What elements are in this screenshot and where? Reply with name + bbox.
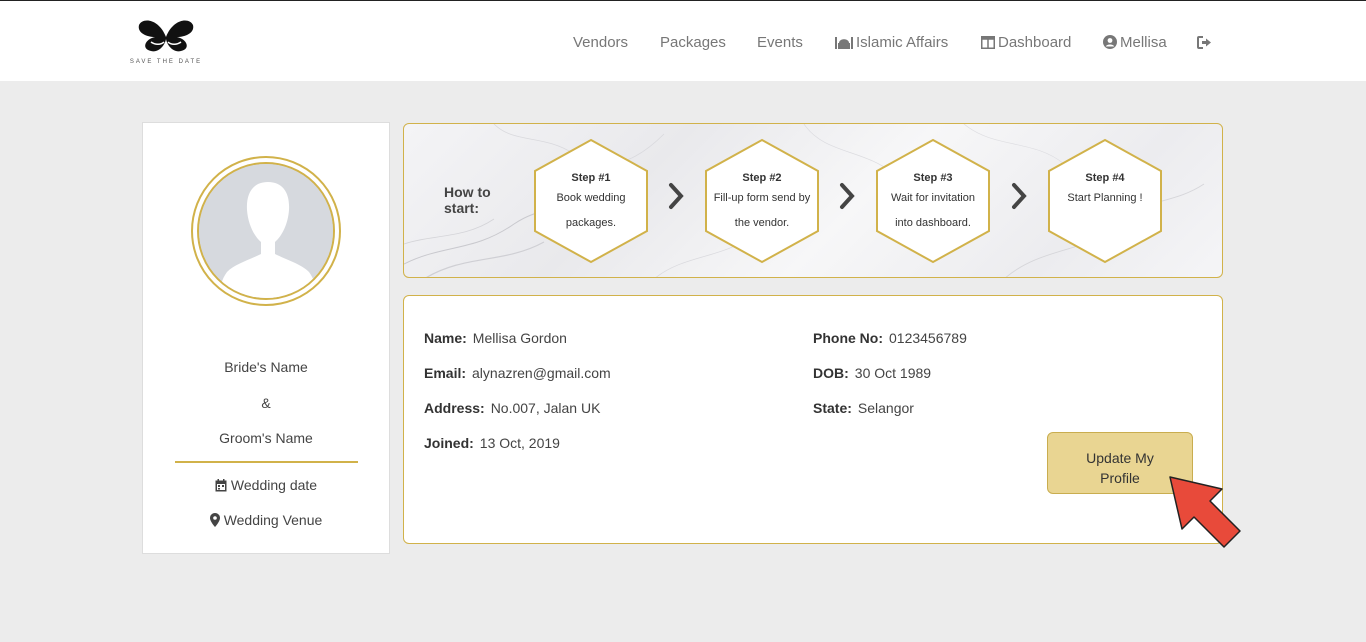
chevron-right-icon <box>840 183 855 209</box>
nav-dashboard[interactable]: Dashboard <box>981 32 1071 52</box>
step-line: Fill-up form send by <box>713 192 811 204</box>
user-circle-icon <box>1103 35 1117 49</box>
step-4-hexagon: Step #4 Start Planning ! <box>1047 138 1163 264</box>
wedding-date-label: Wedding date <box>230 477 318 493</box>
step-title: Step #2 <box>742 172 782 184</box>
phone-value: 0123456789 <box>889 330 967 346</box>
nav-islamic-affairs-label: Islamic Affairs <box>856 33 949 51</box>
email-value: alynazren@gmail.com <box>472 365 611 381</box>
wedding-date: Wedding date <box>143 477 389 493</box>
pointer-arrow-icon <box>1169 476 1241 548</box>
step-1-hexagon: Step #1 Book wedding packages. <box>533 138 649 264</box>
nav-packages-label: Packages <box>660 33 726 51</box>
phone-field: Phone No: 0123456789 <box>813 330 967 346</box>
profile-info-panel: Name: Mellisa Gordon Email: alynazren@gmai… <box>403 295 1223 544</box>
how-to-start-panel: How to start: Step #1 Book wedding packa… <box>403 123 1223 278</box>
logo-text: SAVE THE DATE <box>129 59 203 65</box>
email-field: Email: alynazren@gmail.com <box>424 365 611 381</box>
mosque-icon <box>835 37 853 49</box>
map-marker-icon <box>209 513 220 527</box>
brand-logo[interactable]: SAVE THE DATE <box>126 15 206 67</box>
step-title: Step #4 <box>1085 172 1125 184</box>
avatar-placeholder-icon <box>199 164 333 298</box>
dob-field: DOB: 30 Oct 1989 <box>813 365 932 381</box>
step-2-hexagon: Step #2 Fill-up form send by the vendor. <box>704 138 820 264</box>
avatar[interactable] <box>191 156 341 306</box>
step-3-hexagon: Step #3 Wait for invitation into dashboa… <box>875 138 991 264</box>
step-line: Wait for invitation <box>891 192 975 204</box>
nav-islamic-affairs[interactable]: Islamic Affairs <box>835 32 948 52</box>
chevron-right-icon <box>669 183 684 209</box>
butterfly-logo-icon <box>138 20 194 52</box>
bride-name: Bride's Name <box>224 359 308 375</box>
nav-user-label: Mellisa <box>1120 33 1167 51</box>
state-value: Selangor <box>857 400 914 416</box>
step-line: the vendor. <box>734 217 790 229</box>
nav-packages[interactable]: Packages <box>660 32 726 52</box>
nav-events[interactable]: Events <box>757 32 803 52</box>
how-to-start-heading: How to start: <box>444 184 491 216</box>
chevron-right-icon <box>1012 183 1027 209</box>
state-field: State: Selangor <box>813 400 914 416</box>
joined-value: 13 Oct, 2019 <box>479 435 560 451</box>
dob-value: 30 Oct 1989 <box>854 365 932 381</box>
name-field: Name: Mellisa Gordon <box>424 330 567 346</box>
nav-vendors-label: Vendors <box>573 33 629 51</box>
wedding-venue-label: Wedding Venue <box>223 512 323 528</box>
nav-dashboard-label: Dashboard <box>998 33 1072 51</box>
top-navbar: SAVE THE DATE Vendors Packages Events Is… <box>0 0 1366 81</box>
step-title: Step #3 <box>913 172 953 184</box>
nav-user[interactable]: Mellisa <box>1103 32 1167 52</box>
joined-field: Joined: 13 Oct, 2019 <box>424 435 560 451</box>
address-field: Address: No.007, Jalan UK <box>424 400 601 416</box>
nav-vendors[interactable]: Vendors <box>573 32 628 52</box>
divider <box>175 461 358 463</box>
step-line: Book wedding <box>556 192 626 204</box>
step-title: Step #1 <box>571 172 611 184</box>
wedding-venue: Wedding Venue <box>143 512 389 528</box>
sign-out-icon <box>1197 35 1211 49</box>
ampersand: & <box>261 395 271 411</box>
couple-card: Bride's Name & Groom's Name Wedding date… <box>142 122 390 554</box>
step-line: Start Planning ! <box>1067 192 1143 204</box>
step-line: packages. <box>565 217 617 229</box>
name-value: Mellisa Gordon <box>472 330 567 346</box>
dashboard-icon <box>981 35 995 49</box>
groom-name: Groom's Name <box>219 430 313 446</box>
step-line: into dashboard. <box>895 217 971 229</box>
address-value: No.007, Jalan UK <box>490 400 601 416</box>
nav-events-label: Events <box>757 33 803 51</box>
logout-button[interactable] <box>1197 32 1212 52</box>
calendar-icon <box>215 478 227 491</box>
